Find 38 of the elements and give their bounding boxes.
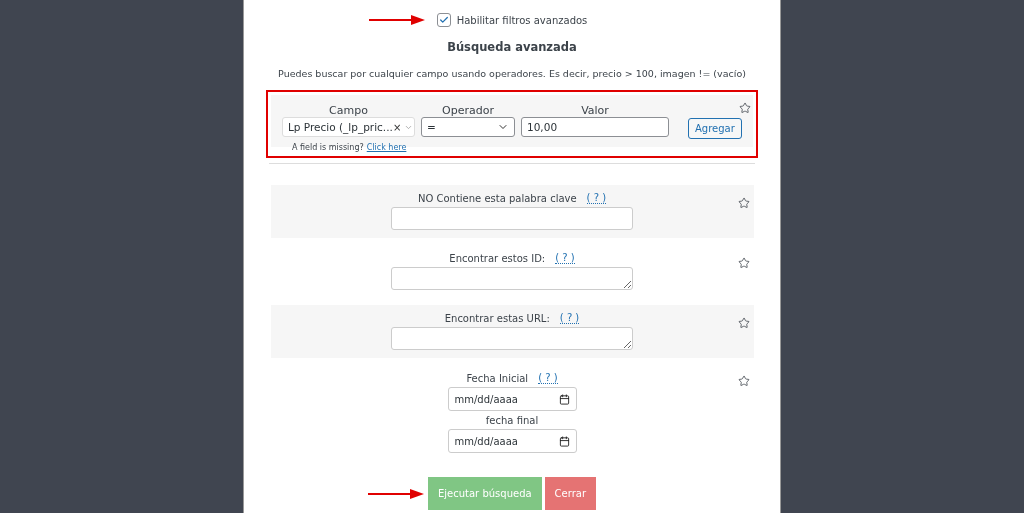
value-field[interactable]: 10,00 bbox=[521, 117, 669, 137]
filter-label: Encontrar estas URL: bbox=[444, 312, 550, 324]
click-here-link[interactable]: Click here bbox=[366, 143, 407, 152]
star-icon[interactable] bbox=[737, 257, 750, 269]
checkbox[interactable] bbox=[436, 13, 451, 27]
field-select[interactable]: Lp Precio (_lp_pric...× bbox=[282, 117, 415, 137]
help-link[interactable]: ( ? ) bbox=[586, 192, 607, 204]
operator-select[interactable]: = bbox=[421, 117, 515, 137]
close-button[interactable]: Cerrar bbox=[544, 477, 597, 510]
filter-label: Fecha Inicial bbox=[466, 372, 529, 384]
missing-field-note: A field is missing? bbox=[292, 143, 364, 152]
help-link[interactable]: ( ? ) bbox=[559, 312, 580, 324]
star-icon[interactable] bbox=[739, 102, 751, 114]
column-label: Valor bbox=[581, 105, 609, 117]
column-label: Campo bbox=[329, 105, 368, 117]
star-icon[interactable] bbox=[737, 317, 750, 329]
arrow-icon bbox=[368, 15, 425, 25]
filter-label: fecha final bbox=[485, 415, 539, 426]
filter-label: NO Contiene esta palabra clave bbox=[417, 192, 577, 204]
date-field[interactable]: mm/dd/aaaa bbox=[447, 387, 577, 411]
input-field[interactable] bbox=[391, 267, 633, 290]
column-label: Operador bbox=[442, 105, 494, 117]
calendar-icon[interactable] bbox=[558, 393, 570, 405]
calendar-icon[interactable] bbox=[558, 435, 570, 447]
star-icon[interactable] bbox=[737, 197, 750, 209]
checkmark-icon bbox=[438, 15, 449, 25]
help-link[interactable]: ( ? ) bbox=[555, 252, 575, 264]
help-link[interactable]: ( ? ) bbox=[538, 372, 558, 384]
description-text: Puedes buscar por cualquier campo usando operadores. Es decir, precio > 100, imagen != (vacío) bbox=[278, 68, 746, 79]
input-field[interactable] bbox=[391, 207, 633, 230]
date-field[interactable]: mm/dd/aaaa bbox=[447, 429, 577, 453]
input-field[interactable] bbox=[391, 327, 633, 350]
star-icon[interactable] bbox=[737, 375, 750, 387]
checkbox-label: Habilitar filtros avanzados bbox=[456, 14, 588, 26]
arrow-icon bbox=[367, 489, 424, 499]
dialog-title: Búsqueda avanzada bbox=[447, 40, 577, 54]
add-button[interactable]: Agregar bbox=[688, 118, 742, 139]
filter-label: Encontrar estos ID: bbox=[449, 252, 546, 264]
